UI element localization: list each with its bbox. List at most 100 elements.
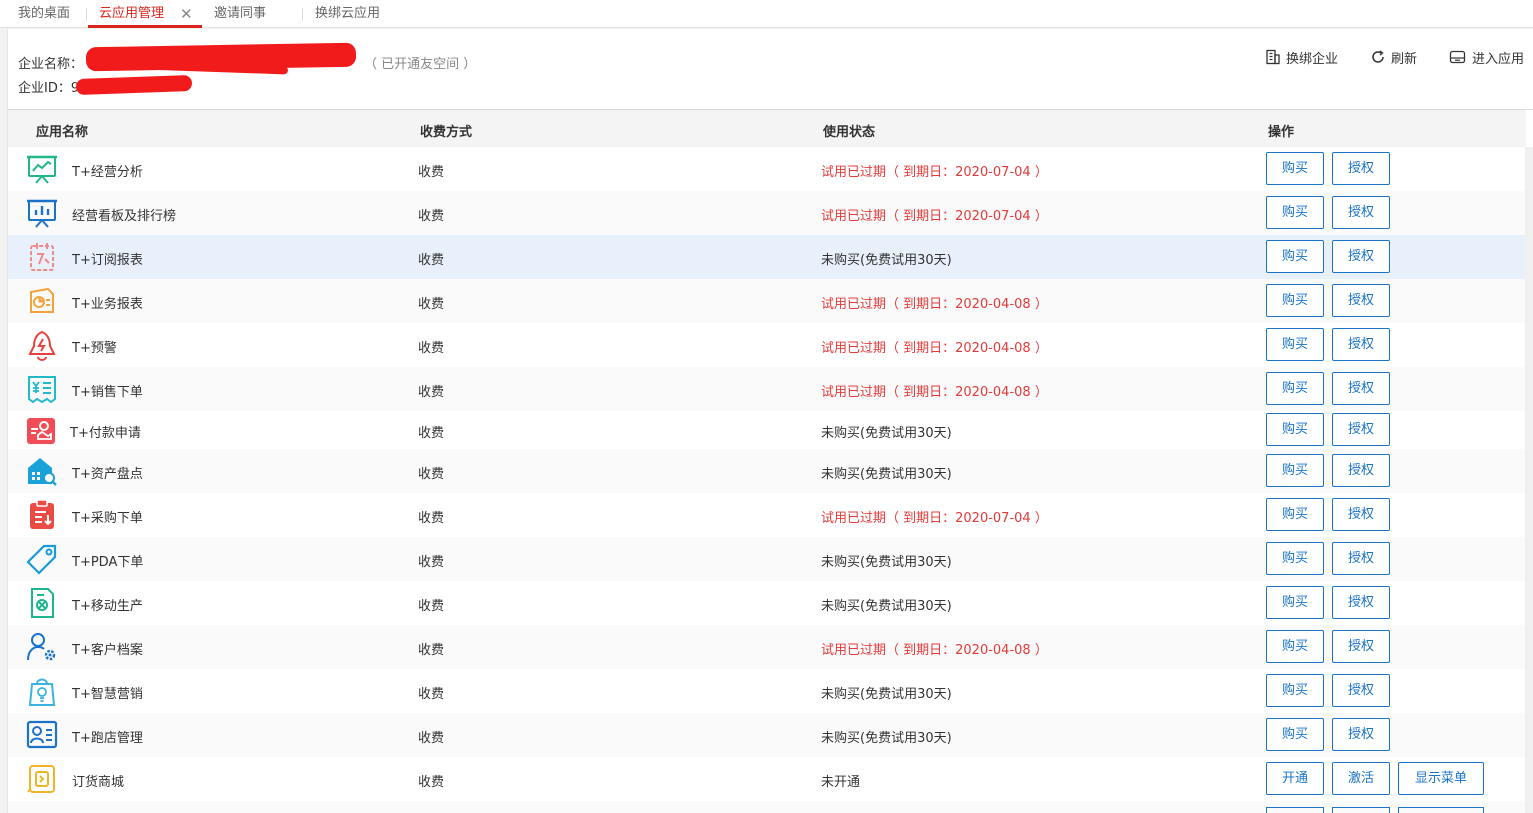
table-row: 经营看板及排行榜 收费 试用已过期（ 到期日：2020-07-04 ） 购买 授… (8, 191, 1526, 235)
dashboard-board-icon (27, 199, 57, 228)
tab-rebind-cloud-app[interactable]: 换绑云应用 (315, 0, 380, 28)
authorize-button[interactable]: 授权 (1332, 718, 1390, 751)
table-row: T+跑店管理 收费 未购买(免费试用30天) 购买 授权 (8, 713, 1526, 757)
authorize-button[interactable]: 授权 (1332, 586, 1390, 619)
usage-status: 未购买(免费试用30天) (821, 555, 952, 570)
building-icon (1266, 49, 1280, 65)
table-row: T+经营分析 收费 试用已过期（ 到期日：2020-07-04 ） 购买 授权 (8, 147, 1526, 191)
fee-type: 收费 (418, 341, 445, 356)
app-name: T+业务报表 (72, 297, 143, 312)
refresh-button[interactable]: 刷新 (1370, 47, 1417, 67)
partial-button (1398, 807, 1484, 813)
table-header: 应用名称 收费方式 使用状态 操作 (8, 110, 1526, 147)
open-button[interactable]: 开通 (1266, 762, 1324, 795)
show-menu-button[interactable]: 显示菜单 (1398, 762, 1484, 795)
buy-button[interactable]: 购买 (1266, 674, 1324, 707)
app-name: T+预警 (72, 341, 117, 356)
usage-status: 未购买(免费试用30天) (821, 253, 952, 268)
fee-type: 收费 (418, 165, 445, 180)
usage-status: 试用已过期（ 到期日：2020-04-08 ） (821, 643, 1048, 658)
table-row: T+预警 收费 试用已过期（ 到期日：2020-04-08 ） 购买 授权 (8, 323, 1526, 367)
authorize-button[interactable]: 授权 (1332, 372, 1390, 405)
table-row: T+资产盘点 收费 未购买(免费试用30天) 购买 授权 (8, 449, 1526, 493)
pda-tag-icon (26, 544, 57, 575)
buy-button[interactable]: 购买 (1266, 630, 1324, 663)
buy-button[interactable]: 购买 (1266, 240, 1324, 273)
payment-request-icon (27, 418, 55, 444)
presentation-chart-icon (27, 155, 57, 184)
order-mall-icon (27, 765, 55, 793)
activate-button[interactable]: 激活 (1332, 762, 1390, 795)
company-name-label: 企业名称： (18, 57, 84, 72)
table-row: T+销售下单 收费 试用已过期（ 到期日：2020-04-08 ） 购买 授权 (8, 367, 1526, 411)
authorize-button[interactable]: 授权 (1332, 454, 1390, 487)
app-name: T+资产盘点 (72, 467, 143, 482)
tab-my-desktop[interactable]: 我的桌面 (18, 0, 70, 28)
fee-type: 收费 (418, 511, 445, 526)
tab-separator (302, 8, 303, 21)
buy-button[interactable]: 购买 (1266, 718, 1324, 751)
store-visit-icon (26, 720, 58, 749)
authorize-button[interactable]: 授权 (1332, 196, 1390, 229)
authorize-button[interactable]: 授权 (1332, 542, 1390, 575)
column-header-fee: 收费方式 (420, 125, 473, 140)
buy-button[interactable]: 购买 (1266, 454, 1324, 487)
tab-invite-colleagues[interactable]: 邀请同事 (214, 0, 266, 28)
authorize-button[interactable]: 授权 (1332, 498, 1390, 531)
smart-marketing-icon (28, 678, 56, 706)
purchase-order-icon (30, 499, 54, 529)
authorize-button[interactable]: 授权 (1332, 152, 1390, 185)
enter-app-button[interactable]: 进入应用 (1449, 47, 1524, 67)
refresh-icon (1372, 50, 1384, 63)
app-name: T+经营分析 (72, 165, 143, 180)
enter-app-icon (1449, 50, 1466, 64)
usage-status: 试用已过期（ 到期日：2020-04-08 ） (821, 385, 1048, 400)
buy-button[interactable]: 购买 (1266, 413, 1324, 446)
authorize-button[interactable]: 授权 (1332, 674, 1390, 707)
table-row: T+客户档案 收费 试用已过期（ 到期日：2020-04-08 ） 购买 授权 (8, 625, 1526, 669)
authorize-button[interactable]: 授权 (1332, 284, 1390, 317)
fee-type: 收费 (418, 385, 445, 400)
app-name: 订货商城 (72, 775, 125, 790)
table-row (8, 801, 1526, 813)
table-row: T+付款申请 收费 未购买(免费试用30天) 购买 授权 (8, 411, 1526, 449)
usage-status: 未购买(免费试用30天) (821, 599, 952, 614)
table-row: T+订阅报表 收费 未购买(免费试用30天) 购买 授权 (8, 235, 1526, 279)
fee-type: 收费 (418, 555, 445, 570)
app-name: T+采购下单 (72, 511, 143, 526)
rebind-company-button[interactable]: 换绑企业 (1265, 47, 1338, 67)
fee-type: 收费 (418, 731, 445, 746)
usage-status: 未购买(免费试用30天) (821, 731, 952, 746)
vertical-scrollbar[interactable] (1525, 147, 1533, 813)
buy-button[interactable]: 购买 (1266, 372, 1324, 405)
usage-status: 未购买(免费试用30天) (821, 687, 952, 702)
app-name: T+销售下单 (72, 385, 143, 400)
fee-type: 收费 (418, 687, 445, 702)
fee-type: 收费 (418, 775, 445, 790)
authorize-button[interactable]: 授权 (1332, 413, 1390, 446)
buy-button[interactable]: 购买 (1266, 498, 1324, 531)
table-row: T+智慧营销 收费 未购买(免费试用30天) 购买 授权 (8, 669, 1526, 713)
company-id-label: 企业ID：9 (18, 81, 80, 96)
table-row: 订货商城 收费 未开通 开通 激活 显示菜单 (8, 757, 1526, 801)
authorize-button[interactable]: 授权 (1332, 240, 1390, 273)
buy-button[interactable]: 购买 (1266, 586, 1324, 619)
app-name: T+付款申请 (70, 426, 141, 441)
buy-button[interactable]: 购买 (1266, 542, 1324, 575)
business-report-icon (30, 287, 54, 313)
buy-button[interactable]: 购买 (1266, 328, 1324, 361)
app-name: T+PDA下单 (72, 555, 144, 570)
authorize-button[interactable]: 授权 (1332, 328, 1390, 361)
close-icon[interactable]: ✕ (180, 0, 193, 28)
buy-button[interactable]: 购买 (1266, 152, 1324, 185)
buy-button[interactable]: 购买 (1266, 196, 1324, 229)
alert-bell-icon (28, 330, 56, 361)
partial-button (1266, 807, 1324, 813)
tab-cloud-app-management[interactable]: 云应用管理 ✕ (88, 0, 202, 28)
partial-button (1332, 807, 1390, 813)
usage-status: 试用已过期（ 到期日：2020-07-04 ） (821, 511, 1048, 526)
authorize-button[interactable]: 授权 (1332, 630, 1390, 663)
usage-status: 未开通 (821, 775, 861, 790)
buy-button[interactable]: 购买 (1266, 284, 1324, 317)
fee-type: 收费 (418, 253, 445, 268)
